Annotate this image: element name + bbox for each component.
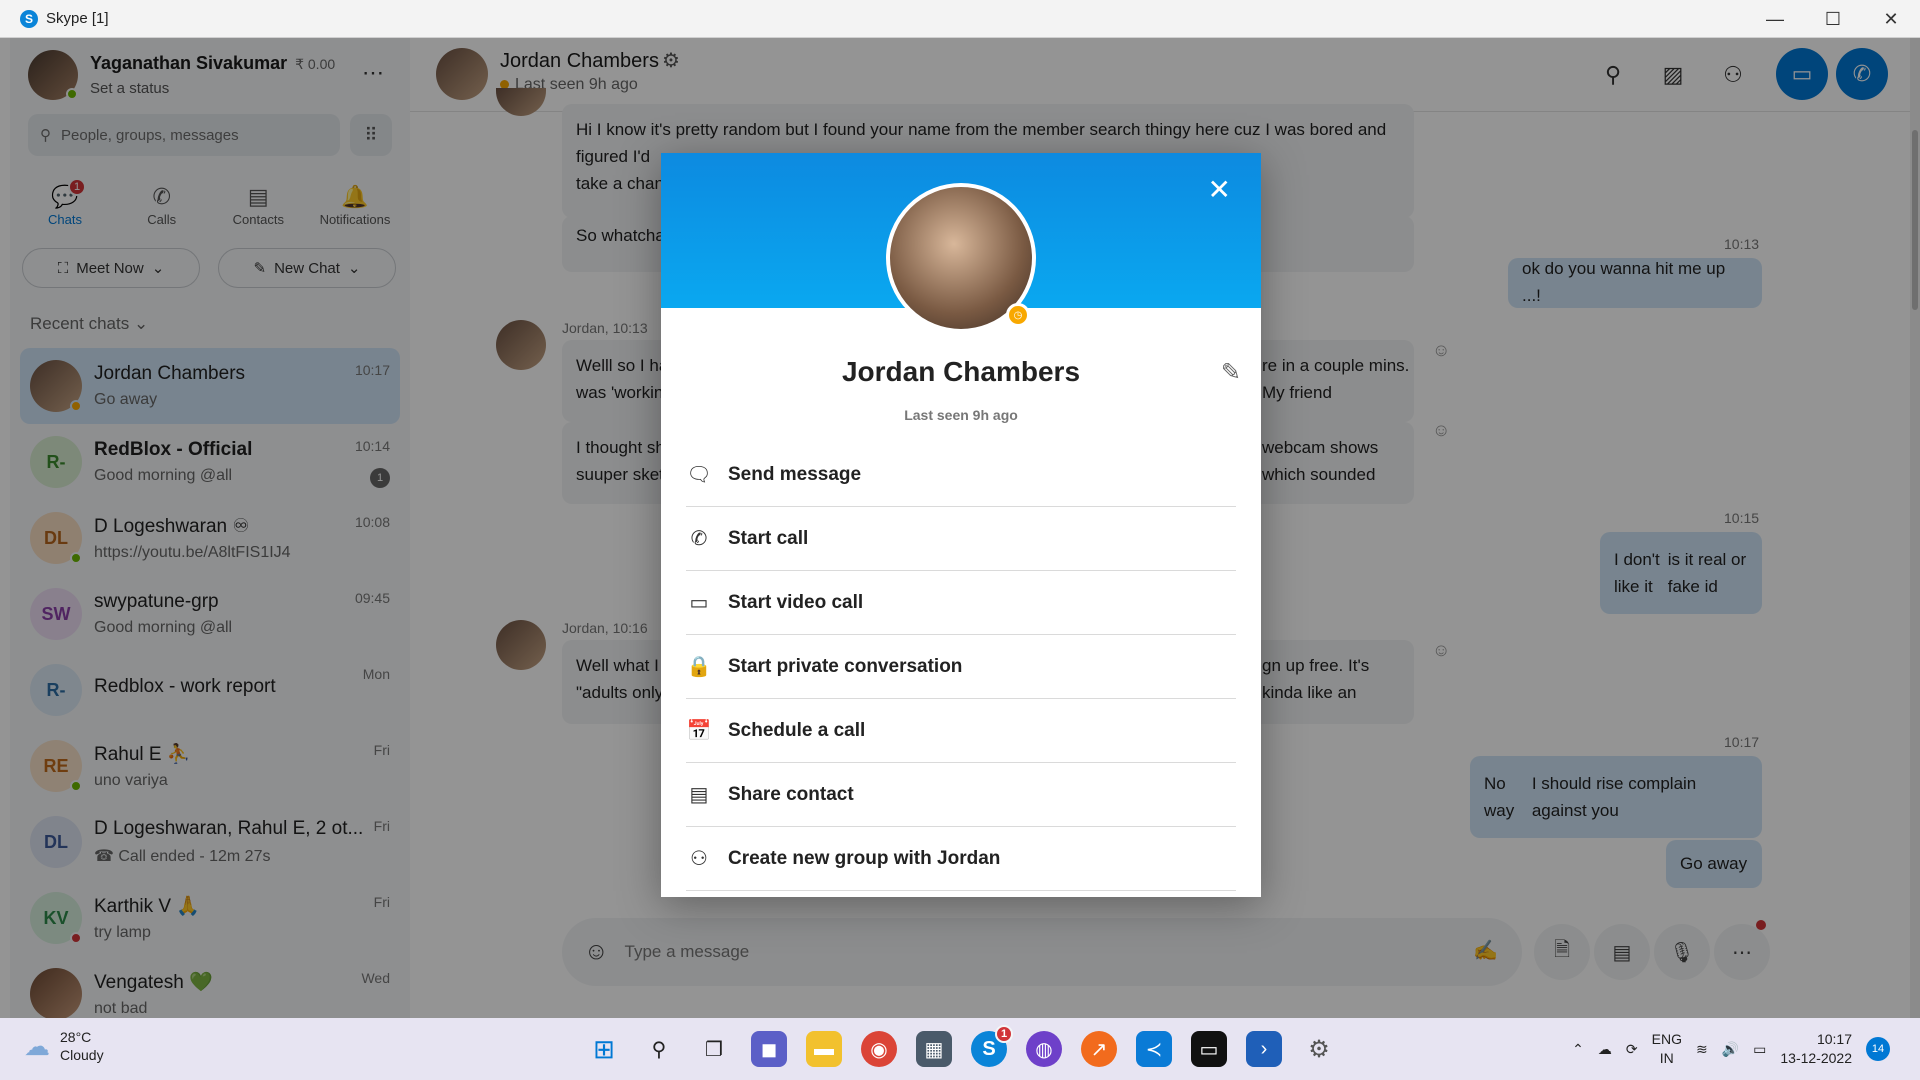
postman-icon[interactable]: ↗ <box>1081 1031 1117 1067</box>
skype-logo-icon: S <box>20 9 38 28</box>
language-indicator[interactable]: ENG IN <box>1652 1030 1682 1068</box>
battery-icon[interactable]: ▭ <box>1753 1041 1766 1058</box>
chrome-icon[interactable]: ◉ <box>861 1031 897 1067</box>
window-titlebar: S Skype [1] — ☐ ✕ <box>0 0 1920 38</box>
taskbar-apps: ⊞ ⚲ ❐ ◼ ▬ ◉ ▦ S1 ◍ ↗ ≺ ▭ › ⚙ <box>586 1025 1337 1067</box>
vscode-icon[interactable]: ≺ <box>1136 1031 1172 1067</box>
region-code: IN <box>1659 1050 1674 1066</box>
weather-widget[interactable]: ☁ 28°C Cloudy <box>24 1028 104 1064</box>
contact-card-icon: ▤ <box>689 784 709 806</box>
action-label: Schedule a call <box>728 719 866 741</box>
minimize-button[interactable]: — <box>1746 0 1804 38</box>
action-label: Start private conversation <box>728 655 963 677</box>
profile-last-seen: Last seen 9h ago <box>904 407 1018 423</box>
action-label: Start call <box>728 527 809 549</box>
lang-code: ENG <box>1651 1031 1682 1047</box>
window-title: Skype [1] <box>46 10 109 27</box>
github-desktop-icon[interactable]: ◍ <box>1026 1031 1062 1067</box>
skype-badge: 1 <box>995 1025 1013 1043</box>
schedule-call-action[interactable]: 📅 Schedule a call <box>686 699 1236 763</box>
profile-name: Jordan Chambers <box>841 356 1081 387</box>
wifi-icon[interactable]: ≋ <box>1696 1041 1708 1058</box>
file-explorer-icon[interactable]: ▬ <box>806 1031 842 1067</box>
profile-dialog: ✕ ◷ Jordan Chambers ✎ Last seen 9h ago 🗨… <box>661 153 1261 897</box>
start-video-call-action[interactable]: ▭ Start video call <box>686 571 1236 635</box>
clock-time: 10:17 <box>1816 1031 1852 1047</box>
onedrive-icon[interactable]: ☁ <box>1598 1041 1612 1058</box>
clock-date: 13-12-2022 <box>1780 1050 1852 1066</box>
people-icon: ⚇ <box>690 848 708 870</box>
chat-bubble-icon: 🗨 <box>686 464 712 486</box>
action-label: Share contact <box>728 783 854 805</box>
teams-chat-icon[interactable]: ◼ <box>751 1031 787 1067</box>
calculator-icon[interactable]: ▦ <box>916 1031 952 1067</box>
action-label: Send message <box>728 463 862 485</box>
start-private-conversation-action[interactable]: 🔒 Start private conversation <box>686 635 1236 699</box>
terminal-icon[interactable]: ▭ <box>1191 1031 1227 1067</box>
task-view-icon[interactable]: ❐ <box>696 1031 732 1067</box>
settings-gear-icon[interactable]: ⚙ <box>1301 1031 1337 1067</box>
phone-icon: ✆ <box>690 528 708 550</box>
skype-taskbar-icon[interactable]: S1 <box>971 1025 1013 1067</box>
search-icon[interactable]: ⚲ <box>641 1031 677 1067</box>
weather-desc: Cloudy <box>60 1047 104 1063</box>
close-icon[interactable]: ✕ <box>1208 173 1231 206</box>
windows-start-icon[interactable]: ⊞ <box>586 1031 622 1067</box>
cloud-icon: ☁ <box>24 1030 50 1061</box>
share-contact-action[interactable]: ▤ Share contact <box>686 763 1236 827</box>
powershell-icon[interactable]: › <box>1246 1031 1282 1067</box>
send-message-action[interactable]: 🗨 Send message <box>686 443 1236 507</box>
profile-actions: 🗨 Send message ✆ Start call ▭ Start vide… <box>686 443 1236 891</box>
system-tray: ⌃ ☁ ⟳ ENG IN ≋ 🔊 ▭ 10:17 13-12-2022 14 <box>1572 1030 1890 1068</box>
action-label: Create new group with Jordan <box>728 847 1001 869</box>
chevron-up-icon[interactable]: ⌃ <box>1572 1041 1584 1058</box>
windows-taskbar: ☁ 28°C Cloudy ⊞ ⚲ ❐ ◼ ▬ ◉ ▦ S1 ◍ ↗ ≺ ▭ ›… <box>0 1018 1920 1080</box>
video-camera-icon: ▭ <box>689 592 709 614</box>
start-call-action[interactable]: ✆ Start call <box>686 507 1236 571</box>
maximize-button[interactable]: ☐ <box>1804 0 1862 38</box>
clock[interactable]: 10:17 13-12-2022 <box>1780 1030 1852 1068</box>
lock-icon: 🔒 <box>686 656 712 678</box>
action-label: Start video call <box>728 591 864 613</box>
notification-center-badge[interactable]: 14 <box>1866 1037 1890 1061</box>
close-window-button[interactable]: ✕ <box>1862 0 1920 38</box>
calendar-clock-icon: 📅 <box>686 720 712 742</box>
presence-away-icon: ◷ <box>1006 303 1030 327</box>
edit-pencil-icon[interactable]: ✎ <box>1221 358 1241 387</box>
volume-icon[interactable]: 🔊 <box>1722 1041 1739 1058</box>
create-group-action[interactable]: ⚇ Create new group with Jordan <box>686 827 1236 891</box>
sync-icon[interactable]: ⟳ <box>1626 1041 1638 1058</box>
weather-temp: 28°C <box>60 1029 92 1045</box>
